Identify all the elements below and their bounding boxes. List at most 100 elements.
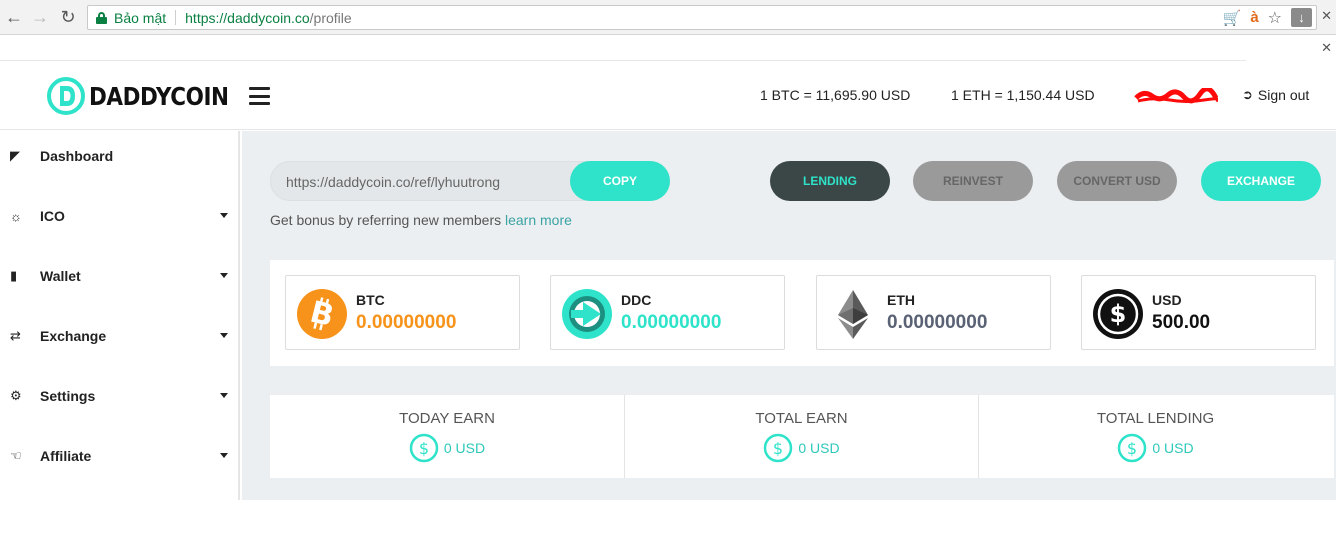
dollar-circle-icon: $ [764, 433, 793, 463]
balance-card-btc: B BTC 0.00000000 [285, 275, 520, 350]
earnings-panel: TODAY EARN $ 0 USD TOTAL EARN $ 0 USD TO… [270, 395, 1334, 478]
svg-text:$: $ [773, 439, 783, 458]
earn-title: TOTAL EARN [755, 410, 848, 427]
svg-text:$: $ [419, 439, 429, 458]
balances-panel: B BTC 0.00000000 DDC 0.00000000 ETH 0.00… [270, 260, 1334, 366]
address-bar[interactable]: Bảo mật https://daddycoin.co/profile 🛒 à… [87, 5, 1317, 30]
dollar-circle-icon: $ [409, 433, 439, 463]
earn-row: $ 0 USD [625, 433, 978, 463]
learn-more-link[interactable]: learn more [505, 212, 572, 228]
sidebar-item-ico[interactable]: ☼ ICO [0, 196, 238, 236]
dollar-circle-icon: $ [1118, 433, 1147, 463]
shuffle-icon: ⇄ [10, 328, 21, 343]
spinner-icon: ☼ [10, 208, 22, 224]
referral-url[interactable]: https://daddycoin.co/ref/lyhuutrong [286, 174, 500, 190]
total-earn-cell: TOTAL EARN $ 0 USD [624, 395, 978, 478]
balance-name: ETH [887, 292, 915, 308]
sidebar-item-label: Settings [40, 388, 96, 404]
earn-title: TODAY EARN [399, 410, 495, 427]
balance-name: DDC [621, 292, 652, 308]
earn-value: 0 USD [1152, 440, 1194, 456]
bookmark-star-icon[interactable]: ☆ [1268, 8, 1282, 28]
address-separator [175, 10, 177, 25]
sign-out-link[interactable]: ➲ Sign out [1242, 87, 1309, 103]
lock-icon [96, 11, 107, 24]
secure-label: Bảo mật [114, 9, 167, 26]
copy-button[interactable]: COPY [570, 161, 670, 201]
eth-rate: 1 ETH = 1,150.44 USD [951, 87, 1095, 103]
dashboard-icon: ◤ [10, 148, 20, 163]
main-content: https://daddycoin.co/ref/lyhuutrong COPY… [242, 131, 1336, 500]
reload-icon[interactable]: ↻ [57, 6, 79, 28]
svg-text:$: $ [1127, 439, 1137, 458]
ethereum-icon [838, 290, 868, 339]
svg-text:$: $ [1110, 300, 1127, 328]
handshake-icon: ☜ [10, 448, 22, 463]
sidebar-item-label: Dashboard [40, 148, 114, 164]
convert-usd-button[interactable]: CONVERT USD [1057, 161, 1177, 201]
sidebar-item-label: Wallet [40, 268, 81, 284]
caret-down-icon [220, 273, 228, 278]
site-header: DADDYCOIN 1 BTC = 11,695.90 USD 1 ETH = … [0, 62, 1336, 130]
earn-row: $ 0 USD [270, 433, 624, 463]
omnibox-actions: 🛒 à ☆ ↓ [1223, 8, 1316, 28]
site-logo[interactable]: DADDYCOIN [46, 76, 251, 116]
url-host: https://daddycoin.co [185, 9, 310, 26]
reinvest-button[interactable]: REINVEST [913, 161, 1033, 201]
balance-card-eth: ETH 0.00000000 [816, 275, 1051, 350]
redacted-username[interactable] [1134, 88, 1218, 104]
dollar-coin-icon: $ [1093, 289, 1143, 339]
window-close-icon[interactable]: ✕ [1321, 8, 1332, 24]
caret-down-icon [220, 453, 228, 458]
sidebar-item-exchange[interactable]: ⇄ Exchange [0, 316, 238, 356]
earn-row: $ 0 USD [979, 433, 1332, 463]
download-icon[interactable]: ↓ [1291, 8, 1312, 27]
sign-out-label: Sign out [1257, 87, 1310, 103]
forward-arrow-icon[interactable]: → [29, 6, 51, 28]
translate-extension-icon[interactable]: à [1250, 9, 1258, 26]
browser-toolbar: ← → ↻ Bảo mật https://daddycoin.co/profi… [0, 0, 1336, 35]
earn-title: TOTAL LENDING [1096, 410, 1215, 427]
bitcoin-icon: B [297, 289, 347, 339]
earn-value: 0 USD [798, 440, 840, 456]
sidebar-item-label: ICO [40, 208, 65, 224]
url-path: /profile [309, 9, 352, 26]
page-close-icon[interactable]: ✕ [1321, 40, 1332, 56]
caret-down-icon [220, 393, 228, 398]
balance-value: 0.00000000 [887, 312, 988, 333]
gear-icon: ⚙ [10, 388, 22, 403]
sidebar-item-label: Exchange [40, 328, 107, 344]
today-earn-cell: TODAY EARN $ 0 USD [270, 395, 624, 478]
balance-name: USD [1152, 292, 1182, 308]
total-lending-cell: TOTAL LENDING $ 0 USD [978, 395, 1332, 478]
referral-hint-text: Get bonus by referring new members [270, 212, 505, 228]
caret-down-icon [220, 333, 228, 338]
sign-out-icon: ➲ [1242, 87, 1253, 102]
balance-card-usd: $ USD 500.00 [1081, 275, 1316, 350]
exchange-button[interactable]: EXCHANGE [1201, 161, 1321, 201]
balance-card-ddc: DDC 0.00000000 [550, 275, 785, 350]
balance-name: BTC [356, 292, 385, 308]
menu-toggle-icon[interactable] [249, 87, 270, 105]
sidebar-item-dashboard[interactable]: ◤ Dashboard [0, 136, 238, 176]
balance-value: 0.00000000 [356, 312, 457, 333]
btc-rate: 1 BTC = 11,695.90 USD [760, 87, 911, 103]
sidebar-item-wallet[interactable]: ▮ Wallet [0, 256, 238, 296]
sidebar-item-settings[interactable]: ⚙ Settings [0, 376, 238, 416]
balance-value: 0.00000000 [621, 312, 722, 333]
lending-button[interactable]: LENDING [770, 161, 890, 201]
earn-value: 0 USD [443, 440, 486, 456]
daddycoin-icon [562, 289, 612, 339]
balance-value: 500.00 [1152, 312, 1211, 333]
sidebar: ◤ Dashboard ☼ ICO ▮ Wallet ⇄ Exchange ⚙ … [0, 131, 240, 500]
caret-down-icon [220, 213, 228, 218]
back-arrow-icon[interactable]: ← [3, 6, 25, 28]
daddycoin-logo-icon [47, 77, 85, 115]
logo-text: DADDYCOIN [89, 81, 229, 111]
wallet-icon: ▮ [10, 268, 18, 283]
sidebar-item-affiliate[interactable]: ☜ Affiliate [0, 436, 238, 476]
cart-extension-icon[interactable]: 🛒 [1223, 9, 1242, 27]
referral-hint: Get bonus by referring new members learn… [270, 212, 572, 228]
bookmarks-strip [0, 35, 1246, 61]
sidebar-item-label: Affiliate [40, 448, 92, 464]
